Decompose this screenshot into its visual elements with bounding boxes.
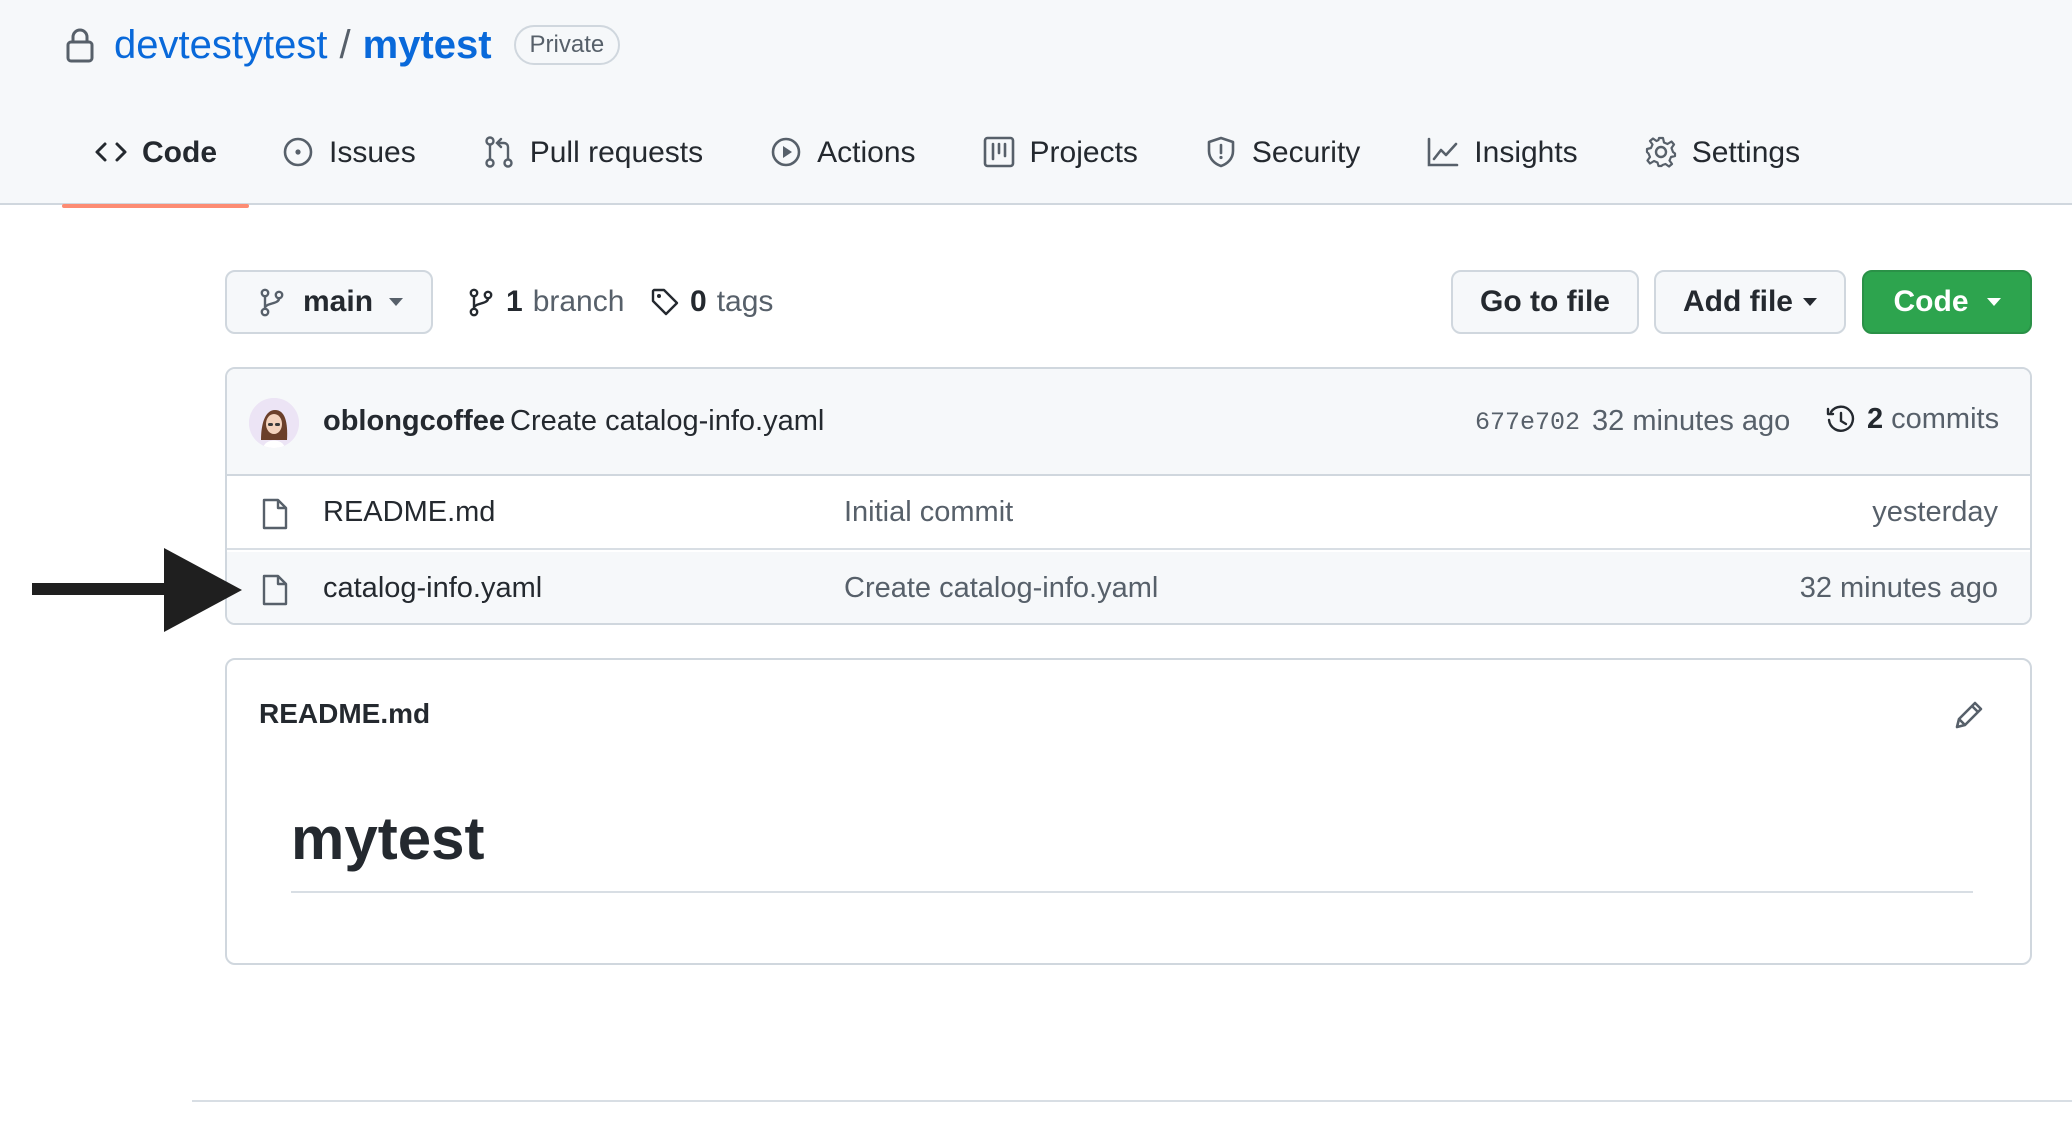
tab-label: Code bbox=[142, 136, 217, 169]
readme-heading: mytest bbox=[291, 804, 1973, 893]
file-commit-time: 32 minutes ago bbox=[1799, 572, 1998, 604]
avatar-image bbox=[249, 398, 299, 448]
readme-title: README.md bbox=[259, 698, 431, 729]
branches-link[interactable]: 1 branch bbox=[466, 280, 624, 324]
file-commit-time: yesterday bbox=[1872, 496, 1998, 528]
commit-word: commits bbox=[1891, 403, 2000, 435]
project-icon bbox=[983, 136, 1014, 168]
branch-selector-button[interactable]: main bbox=[225, 270, 433, 334]
tab-label: Projects bbox=[1029, 136, 1138, 169]
tab-label: Security bbox=[1251, 136, 1361, 169]
tab-issues[interactable]: Issues bbox=[281, 120, 416, 205]
commit-author-link[interactable]: oblongcoffee bbox=[323, 405, 505, 438]
commit-count: 2 bbox=[1867, 403, 1884, 435]
branch-count: 1 bbox=[506, 285, 523, 318]
go-to-file-button[interactable]: Go to file bbox=[1451, 270, 1639, 334]
file-name-link[interactable]: README.md bbox=[323, 496, 495, 529]
lock-icon bbox=[66, 28, 94, 63]
code-icon bbox=[95, 142, 127, 162]
pencil-icon[interactable] bbox=[1952, 698, 1986, 732]
branch-name: main bbox=[303, 285, 374, 318]
tab-projects[interactable]: Projects bbox=[982, 120, 1138, 205]
file-row: catalog-info.yaml Create catalog-info.ya… bbox=[227, 552, 2030, 623]
tab-label: Issues bbox=[329, 136, 416, 169]
commit-sha-link[interactable]: 677e702 bbox=[1475, 408, 1580, 437]
repo-header: devtestytest / mytest Private Code Issue… bbox=[0, 0, 2072, 208]
tab-settings[interactable]: Settings bbox=[1644, 120, 1800, 205]
repo-nav-tabs: Code Issues Pull requests Actions Projec… bbox=[62, 120, 1866, 208]
gear-icon bbox=[1645, 136, 1676, 168]
visibility-badge: Private bbox=[513, 25, 621, 65]
tab-insights[interactable]: Insights bbox=[1426, 120, 1578, 205]
file-list: oblongcoffee Create catalog-info.yaml 67… bbox=[225, 367, 2032, 625]
tab-actions[interactable]: Actions bbox=[769, 120, 916, 205]
file-name-link[interactable]: catalog-info.yaml bbox=[323, 572, 542, 605]
chevron-down-icon bbox=[389, 298, 404, 306]
footer-divider bbox=[192, 1100, 2072, 1102]
file-icon bbox=[262, 574, 288, 606]
code-button-label: Code bbox=[1893, 285, 1969, 318]
tab-label: Actions bbox=[817, 136, 916, 169]
tab-pull-requests[interactable]: Pull requests bbox=[482, 120, 703, 205]
tag-icon bbox=[651, 288, 679, 316]
tag-word: tags bbox=[716, 285, 774, 318]
tab-label: Pull requests bbox=[529, 136, 704, 169]
branch-word: branch bbox=[532, 285, 625, 318]
branch-icon bbox=[260, 288, 284, 317]
graph-icon bbox=[1427, 137, 1459, 167]
file-commit-message-link[interactable]: Create catalog-info.yaml bbox=[844, 572, 1158, 605]
avatar[interactable] bbox=[249, 398, 299, 448]
issue-icon bbox=[283, 137, 313, 167]
add-file-button[interactable]: Add file bbox=[1654, 270, 1846, 334]
tab-security[interactable]: Security bbox=[1204, 120, 1360, 205]
page: devtestytest / mytest Private Code Issue… bbox=[0, 0, 2072, 1122]
tags-link[interactable]: 0 tags bbox=[650, 280, 773, 324]
repo-title: devtestytest / mytest Private bbox=[64, 16, 621, 74]
file-icon bbox=[262, 498, 288, 530]
shield-icon bbox=[1207, 136, 1235, 168]
tab-label: Insights bbox=[1474, 136, 1578, 169]
owner-link[interactable]: devtestytest bbox=[114, 23, 327, 68]
latest-commit-row: oblongcoffee Create catalog-info.yaml 67… bbox=[227, 369, 2030, 476]
pull-request-icon bbox=[485, 136, 513, 168]
annotation-arrow-icon bbox=[32, 548, 242, 632]
tab-code[interactable]: Code bbox=[62, 120, 249, 208]
chevron-down-icon bbox=[1803, 298, 1817, 306]
repo-name-link[interactable]: mytest bbox=[363, 23, 492, 68]
commit-time: 32 minutes ago bbox=[1592, 405, 1791, 437]
commit-message-link[interactable]: Create catalog-info.yaml bbox=[510, 405, 824, 438]
code-dropdown-button[interactable]: Code bbox=[1862, 270, 2032, 334]
history-icon bbox=[1826, 405, 1855, 432]
readme-panel: README.md mytest bbox=[225, 658, 2032, 965]
branch-icon bbox=[469, 288, 493, 317]
chevron-down-icon bbox=[1986, 298, 2001, 306]
tab-label: Settings bbox=[1691, 136, 1801, 169]
file-row: README.md Initial commit yesterday bbox=[227, 476, 2030, 550]
file-commit-message-link[interactable]: Initial commit bbox=[844, 496, 1013, 529]
tag-count: 0 bbox=[690, 285, 707, 318]
add-file-label: Add file bbox=[1683, 285, 1793, 318]
commits-history-link[interactable]: 2 commits bbox=[1825, 403, 1999, 436]
play-icon bbox=[771, 137, 801, 167]
path-separator: / bbox=[339, 22, 351, 67]
